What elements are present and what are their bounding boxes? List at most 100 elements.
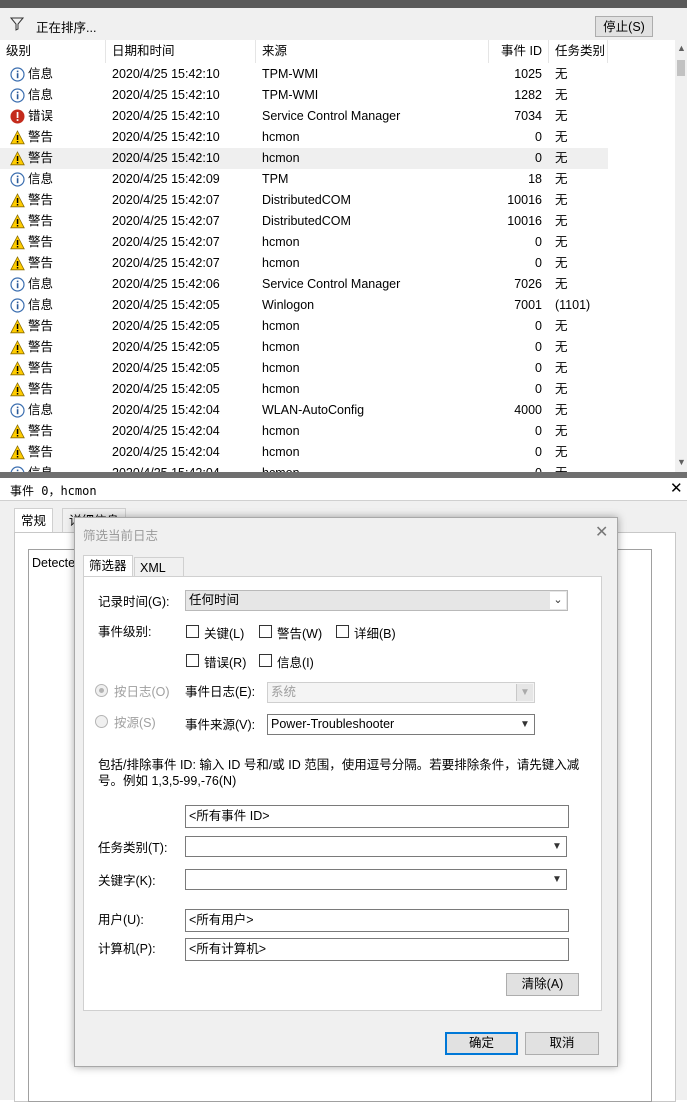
checkbox-information[interactable]: [259, 654, 272, 667]
event-datetime: 2020/4/25 15:42:10: [112, 109, 220, 123]
event-list-scrollbar[interactable]: ▲ ▼: [675, 40, 687, 472]
scroll-down-icon[interactable]: ▼: [677, 458, 686, 467]
event-task-category: 无: [555, 130, 568, 144]
event-log-label: 事件日志(E):: [185, 685, 256, 699]
event-row[interactable]: 警告 2020/4/25 15:42:05 hcmon 0 无: [0, 316, 608, 337]
checkbox-warning[interactable]: [259, 625, 272, 638]
chevron-down-icon: ⌄: [550, 592, 566, 609]
task-category-select[interactable]: ▼: [185, 836, 567, 857]
logged-time-select[interactable]: 任何时间 ⌄: [185, 590, 568, 611]
column-header-source[interactable]: 来源: [256, 40, 489, 63]
event-level: 信息: [28, 298, 54, 312]
event-row[interactable]: 警告 2020/4/25 15:42:04 hcmon 0 无: [0, 442, 608, 463]
window-top-strip: [0, 0, 687, 8]
event-row[interactable]: 警告 2020/4/25 15:42:04 hcmon 0 无: [0, 421, 608, 442]
event-task-category: 无: [555, 340, 568, 354]
checkbox-error[interactable]: [186, 654, 199, 667]
event-task-category: 无: [555, 424, 568, 438]
tab-filter[interactable]: 筛选器: [83, 555, 133, 576]
user-input[interactable]: <所有用户>: [185, 909, 569, 932]
event-id: 7026: [514, 277, 542, 291]
event-datetime: 2020/4/25 15:42:07: [112, 256, 220, 270]
event-row[interactable]: 警告 2020/4/25 15:42:05 hcmon 0 无: [0, 358, 608, 379]
warning-icon: [10, 319, 25, 334]
computer-label: 计算机(P):: [98, 942, 156, 956]
column-header-task-category[interactable]: 任务类别: [549, 40, 608, 63]
event-row[interactable]: 信息 2020/4/25 15:42:06 Service Control Mana…: [0, 274, 608, 295]
event-task-category: 无: [555, 172, 568, 186]
event-source: hcmon: [262, 445, 300, 459]
ok-button[interactable]: 确定: [445, 1032, 518, 1055]
event-source: DistributedCOM: [262, 214, 351, 228]
checkbox-warning-label: 警告(W): [277, 627, 323, 641]
event-source: TPM: [262, 172, 289, 186]
event-row[interactable]: 警告 2020/4/25 15:42:10 hcmon 0 无: [0, 148, 608, 169]
event-row[interactable]: 信息 2020/4/25 15:42:10 TPM-WMI 1025 无: [0, 64, 608, 85]
event-id: 0: [535, 319, 542, 333]
event-row[interactable]: 错误 2020/4/25 15:42:10 Service Control Mana…: [0, 106, 608, 127]
computer-input[interactable]: <所有计算机>: [185, 938, 569, 961]
event-source-select[interactable]: Power-Troubleshooter ▼: [267, 714, 535, 735]
radio-by-source[interactable]: [95, 715, 108, 728]
event-task-category: 无: [555, 403, 568, 417]
event-row[interactable]: 信息 2020/4/25 15:42:05 Winlogon 7001 (1101): [0, 295, 608, 316]
event-ids-input[interactable]: <所有事件 ID>: [185, 805, 569, 828]
event-level: 警告: [28, 193, 54, 207]
event-id: 4000: [514, 403, 542, 417]
keywords-select[interactable]: ▼: [185, 869, 567, 890]
event-source-value: Power-Troubleshooter: [271, 717, 395, 731]
scroll-thumb[interactable]: [677, 60, 685, 76]
error-icon: [10, 109, 25, 124]
event-row[interactable]: 信息 2020/4/25 15:42:04 hcmon 0 无: [0, 463, 608, 472]
chevron-down-icon: ▼: [549, 871, 565, 888]
event-source: hcmon: [262, 235, 300, 249]
event-row[interactable]: 警告 2020/4/25 15:42:05 hcmon 0 无: [0, 337, 608, 358]
event-id: 1282: [514, 88, 542, 102]
event-level-label: 事件级别:: [98, 625, 152, 639]
tab-general[interactable]: 常规: [14, 508, 54, 533]
event-datetime: 2020/4/25 15:42:10: [112, 67, 220, 81]
event-datetime: 2020/4/25 15:42:05: [112, 319, 220, 333]
scroll-up-icon[interactable]: ▲: [677, 44, 686, 53]
event-row[interactable]: 警告 2020/4/25 15:42:07 hcmon 0 无: [0, 232, 608, 253]
clear-button[interactable]: 清除(A): [506, 973, 579, 996]
column-header-level[interactable]: 级别: [0, 40, 106, 63]
event-row[interactable]: 警告 2020/4/25 15:42:10 hcmon 0 无: [0, 127, 608, 148]
event-log-select[interactable]: 系统 ▼: [267, 682, 535, 703]
event-row[interactable]: 警告 2020/4/25 15:42:05 hcmon 0 无: [0, 379, 608, 400]
radio-by-log[interactable]: [95, 684, 108, 697]
event-source: hcmon: [262, 151, 300, 165]
event-row[interactable]: 警告 2020/4/25 15:42:07 DistributedCOM 10016 无: [0, 211, 608, 232]
event-description-text: Detecte: [32, 556, 76, 570]
event-row[interactable]: 信息 2020/4/25 15:42:09 TPM 18 无: [0, 169, 608, 190]
event-id: 10016: [507, 214, 542, 228]
event-source: Winlogon: [262, 298, 315, 312]
event-source: hcmon: [262, 361, 300, 375]
column-header-event-id[interactable]: 事件 ID: [489, 40, 549, 63]
event-row[interactable]: 信息 2020/4/25 15:42:10 TPM-WMI 1282 无: [0, 85, 608, 106]
event-level: 警告: [28, 340, 54, 354]
checkbox-verbose[interactable]: [336, 625, 349, 638]
event-task-category: 无: [555, 361, 568, 375]
chevron-down-icon: ▼: [516, 684, 533, 701]
close-icon[interactable]: ✕: [670, 479, 683, 497]
radio-by-source-label: 按源(S): [114, 716, 156, 730]
event-level: 警告: [28, 361, 54, 375]
event-row[interactable]: 警告 2020/4/25 15:42:07 DistributedCOM 10016 无: [0, 190, 608, 211]
event-id: 0: [535, 130, 542, 144]
column-header-datetime[interactable]: 日期和时间: [106, 40, 256, 63]
event-level: 警告: [28, 235, 54, 249]
cancel-button[interactable]: 取消: [525, 1032, 599, 1055]
event-level: 信息: [28, 67, 54, 81]
event-row[interactable]: 警告 2020/4/25 15:42:07 hcmon 0 无: [0, 253, 608, 274]
info-icon: [10, 298, 25, 313]
event-level: 警告: [28, 214, 54, 228]
dialog-close-icon[interactable]: ✕: [595, 522, 608, 542]
event-row[interactable]: 信息 2020/4/25 15:42:04 WLAN-AutoConfig 4000 无: [0, 400, 608, 421]
info-icon: [10, 277, 25, 292]
stop-button[interactable]: 停止(S): [595, 16, 653, 37]
event-id: 0: [535, 256, 542, 270]
info-icon: [10, 172, 25, 187]
checkbox-critical[interactable]: [186, 625, 199, 638]
tab-xml[interactable]: XML: [134, 557, 184, 578]
